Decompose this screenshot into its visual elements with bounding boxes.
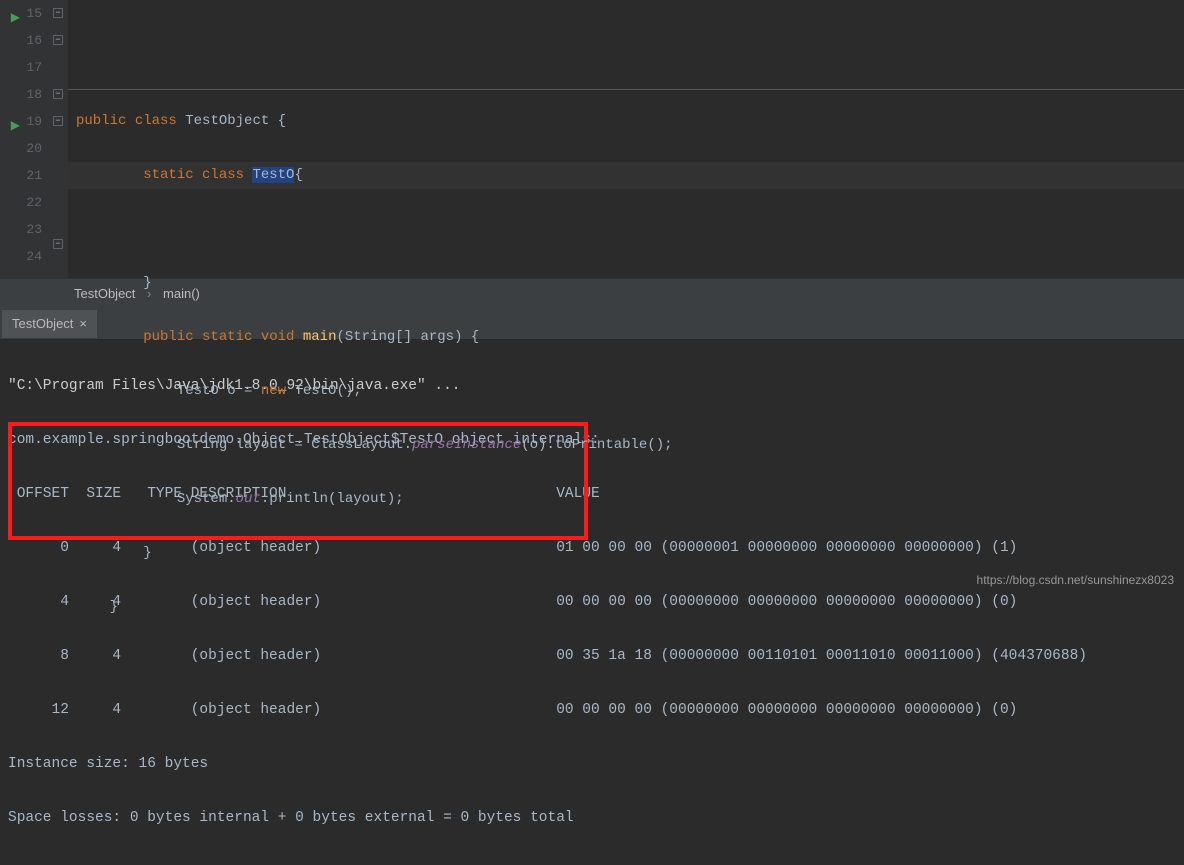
code-editor[interactable]: public class TestObject { static class T… (68, 0, 1184, 278)
fold-icon[interactable]: − (53, 35, 63, 45)
run-gutter-icon[interactable]: ▶ (11, 113, 20, 140)
fold-column: − − − − − (50, 0, 68, 278)
line-number: 16 (0, 27, 42, 54)
code-line[interactable]: } (76, 540, 1184, 567)
code-line[interactable]: } (76, 594, 1184, 621)
code-line[interactable]: System.out.println(layout); (76, 486, 1184, 513)
fold-icon[interactable]: − (53, 116, 63, 126)
method-separator-line (68, 89, 1184, 90)
console-line: Space losses: 0 bytes internal + 0 bytes… (8, 805, 1176, 832)
code-line[interactable]: TestO o = new TestO(); (76, 378, 1184, 405)
console-line: Instance size: 16 bytes (8, 751, 1176, 778)
code-line[interactable]: public static void main(String[] args) { (76, 324, 1184, 351)
line-number: 19 (0, 108, 42, 135)
line-number: 24 (0, 243, 42, 270)
code-line[interactable]: } (76, 270, 1184, 297)
code-line[interactable]: static class TestO{ (76, 162, 1184, 189)
line-number: 18 (0, 81, 42, 108)
line-gutter: ▶ ▶ 15 16 17 18 19 20 21 22 23 24 (0, 0, 50, 278)
code-line[interactable]: public class TestObject { (76, 108, 1184, 135)
code-line[interactable]: String layout = ClassLayout.parseInstanc… (76, 432, 1184, 459)
run-gutter-icon[interactable]: ▶ (11, 5, 20, 32)
fold-icon[interactable]: − (53, 8, 63, 18)
line-number: 20 (0, 135, 42, 162)
fold-icon[interactable]: − (53, 239, 63, 249)
code-line[interactable] (76, 216, 1184, 243)
line-number: 15 (0, 0, 42, 27)
console-line: 12 4 (object header) 00 00 00 00 (000000… (8, 697, 1176, 724)
fold-icon[interactable]: − (53, 89, 63, 99)
line-number: 17 (0, 54, 42, 81)
line-number: 22 (0, 189, 42, 216)
line-number: 21 (0, 162, 42, 189)
editor-area: ▶ ▶ 15 16 17 18 19 20 21 22 23 24 − − − … (0, 0, 1184, 278)
line-number: 23 (0, 216, 42, 243)
tab-label: TestObject (12, 310, 73, 338)
